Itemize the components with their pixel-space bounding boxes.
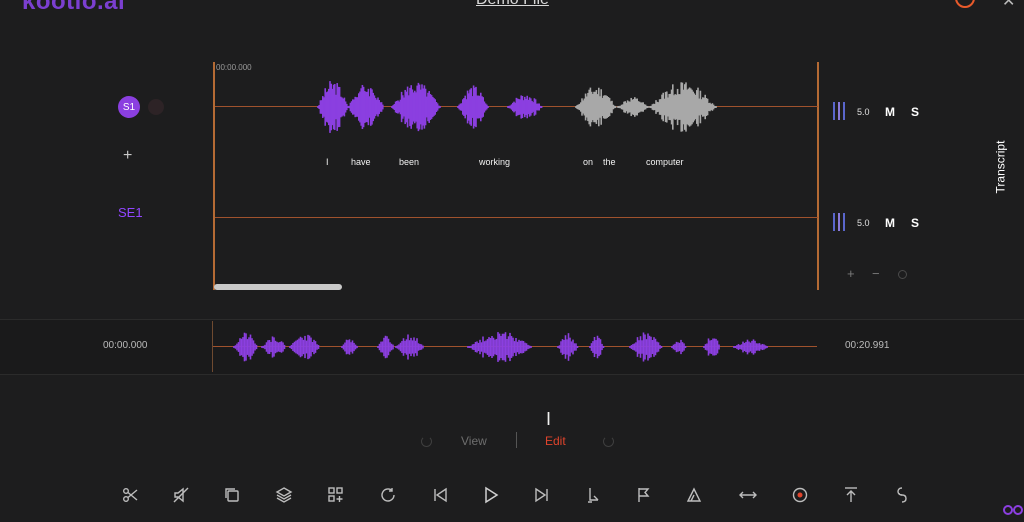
volume-value: 5.0 bbox=[857, 107, 870, 117]
track-1-waveform[interactable] bbox=[300, 76, 730, 138]
profile-ring-icon[interactable] bbox=[955, 0, 975, 8]
playhead-line[interactable] bbox=[213, 62, 215, 290]
loop-icon[interactable] bbox=[377, 484, 399, 506]
word-token[interactable]: have bbox=[351, 157, 371, 167]
transcript-tab-label: Transcript bbox=[993, 140, 1008, 194]
mute-button[interactable]: M bbox=[885, 105, 895, 119]
record-dot-icon[interactable] bbox=[148, 99, 164, 115]
volume-slider-icon[interactable] bbox=[833, 102, 845, 120]
timeline-start-time: 00:00.000 bbox=[216, 63, 252, 72]
solo-button[interactable]: S bbox=[911, 105, 919, 119]
word-token[interactable]: computer bbox=[646, 157, 684, 167]
overview-waveform[interactable] bbox=[228, 326, 773, 368]
close-icon[interactable]: ✕ bbox=[1002, 0, 1015, 11]
sound-effect-track-label[interactable]: SE1 bbox=[118, 205, 143, 220]
mute-icon[interactable] bbox=[170, 484, 192, 506]
volume-slider-icon[interactable] bbox=[833, 213, 845, 231]
split-icon[interactable] bbox=[582, 484, 604, 506]
zoom-out-button[interactable]: − bbox=[872, 266, 880, 281]
text-cursor-icon: I bbox=[546, 409, 552, 429]
transcript-tab[interactable]: Transcript bbox=[993, 134, 1016, 200]
link-icon[interactable] bbox=[891, 484, 913, 506]
skip-back-icon[interactable] bbox=[429, 484, 451, 506]
fade-icon[interactable] bbox=[684, 484, 706, 506]
horizontal-scrollbar[interactable] bbox=[214, 284, 342, 290]
zoom-in-button[interactable]: + bbox=[847, 266, 855, 281]
loading-spinner-icon bbox=[421, 436, 432, 447]
stretch-icon[interactable] bbox=[737, 484, 759, 506]
add-block-icon[interactable] bbox=[325, 484, 347, 506]
track-2-line bbox=[215, 217, 818, 218]
loading-spinner-icon bbox=[603, 436, 614, 447]
flag-icon[interactable] bbox=[633, 484, 655, 506]
skip-forward-icon[interactable] bbox=[531, 484, 553, 506]
add-track-button[interactable]: + bbox=[123, 147, 132, 165]
volume-value: 5.0 bbox=[857, 218, 870, 228]
cut-icon[interactable] bbox=[120, 484, 142, 506]
app-logo[interactable]: kootio.ai bbox=[22, 0, 125, 16]
speaker-avatar[interactable]: S1 bbox=[118, 96, 140, 118]
zoom-reset-icon[interactable] bbox=[898, 270, 907, 279]
overview-end-time: 00:20.991 bbox=[845, 340, 890, 351]
word-token[interactable]: working bbox=[479, 157, 510, 167]
view-mode-tab[interactable]: View bbox=[461, 434, 487, 448]
mute-button[interactable]: M bbox=[885, 216, 895, 230]
record-icon[interactable] bbox=[789, 484, 811, 506]
support-chat-icon[interactable] bbox=[1002, 503, 1024, 522]
word-token[interactable]: been bbox=[399, 157, 419, 167]
word-token[interactable]: on bbox=[583, 157, 593, 167]
mode-divider bbox=[516, 432, 517, 448]
word-token[interactable]: the bbox=[603, 157, 616, 167]
overview-cursor[interactable] bbox=[212, 321, 213, 372]
timeline-end-marker[interactable] bbox=[817, 62, 819, 290]
layers-icon[interactable] bbox=[273, 484, 295, 506]
export-icon[interactable] bbox=[840, 484, 862, 506]
solo-button[interactable]: S bbox=[911, 216, 919, 230]
overview-start-time: 00:00.000 bbox=[103, 340, 148, 351]
edit-mode-tab[interactable]: Edit bbox=[545, 434, 566, 448]
play-icon[interactable] bbox=[480, 484, 502, 506]
copy-icon[interactable] bbox=[221, 484, 243, 506]
word-token[interactable]: I bbox=[326, 157, 329, 167]
file-title[interactable]: Demo File bbox=[476, 0, 549, 9]
